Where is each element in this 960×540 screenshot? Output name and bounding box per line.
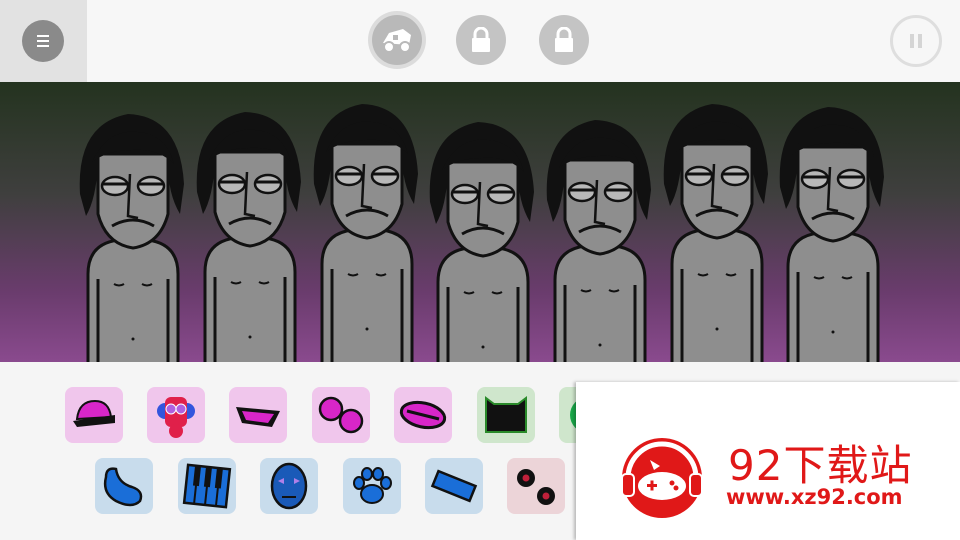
singer-character[interactable] bbox=[68, 104, 198, 362]
watermark-title: 92下载站 bbox=[728, 441, 913, 490]
sound-tile-mask[interactable] bbox=[260, 458, 318, 514]
bonus-locked-button-2[interactable] bbox=[539, 15, 589, 65]
sound-tile-robot[interactable] bbox=[147, 387, 205, 443]
sound-tile-cap[interactable] bbox=[65, 387, 123, 443]
cap-icon bbox=[73, 399, 115, 427]
singer-character[interactable] bbox=[185, 102, 315, 362]
sound-tile-bar[interactable] bbox=[425, 458, 483, 514]
sound-tile-visor[interactable] bbox=[229, 387, 287, 443]
singer-character[interactable] bbox=[302, 94, 432, 362]
singer-character[interactable] bbox=[535, 110, 665, 362]
bonus-vehicle-button[interactable] bbox=[372, 15, 422, 65]
menu-cell bbox=[0, 0, 87, 82]
blue-bar-icon bbox=[430, 469, 478, 503]
menu-icon bbox=[37, 35, 49, 47]
singer-character[interactable] bbox=[768, 97, 898, 362]
vehicle-icon bbox=[383, 29, 411, 53]
eye-shape-icon bbox=[399, 400, 447, 430]
sound-tile-dots[interactable] bbox=[507, 458, 565, 514]
cat-box-icon bbox=[485, 396, 527, 433]
visor-icon bbox=[236, 407, 280, 427]
sound-tile-paw[interactable] bbox=[343, 458, 401, 514]
double-circle-icon bbox=[318, 396, 364, 434]
bonus-locked-button-1[interactable] bbox=[456, 15, 506, 65]
robot-head-icon bbox=[157, 397, 195, 438]
paw-icon bbox=[353, 467, 392, 504]
piano-icon bbox=[182, 463, 232, 509]
sound-tile-piano[interactable] bbox=[178, 458, 236, 514]
sound-tile-double-circle[interactable] bbox=[312, 387, 370, 443]
site-logo bbox=[621, 438, 703, 518]
singer-character[interactable] bbox=[418, 112, 548, 362]
singer-character[interactable] bbox=[652, 94, 782, 362]
watermark-url: www.xz92.com bbox=[726, 485, 903, 509]
sound-tile-cat-box[interactable] bbox=[477, 387, 535, 443]
lock-icon bbox=[555, 27, 573, 52]
dots-icon bbox=[517, 469, 555, 505]
blob-icon bbox=[103, 467, 143, 507]
mask-icon bbox=[270, 462, 308, 510]
top-bar bbox=[0, 0, 960, 82]
menu-button[interactable] bbox=[22, 20, 64, 62]
sound-tile-blob[interactable] bbox=[95, 458, 153, 514]
pause-icon bbox=[910, 34, 922, 48]
pause-button[interactable] bbox=[890, 15, 942, 67]
sound-tile-eye[interactable] bbox=[394, 387, 452, 443]
watermark-banner: 92下载站 www.xz92.com bbox=[576, 382, 960, 540]
lock-icon bbox=[472, 27, 490, 52]
stage bbox=[0, 82, 960, 362]
